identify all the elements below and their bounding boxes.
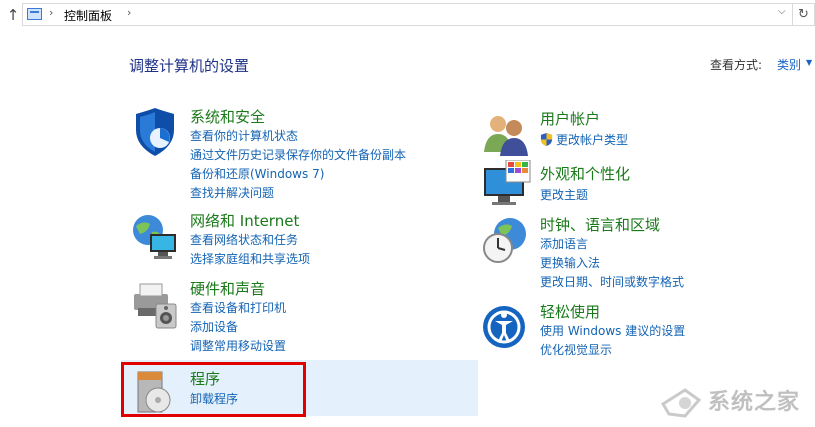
printer-speaker-icon[interactable] xyxy=(130,280,180,330)
programs-box-icon[interactable] xyxy=(130,366,180,416)
link-change-theme[interactable]: 更改主题 xyxy=(540,186,588,203)
appearance-monitor-icon[interactable] xyxy=(482,160,532,210)
link-mobility-settings[interactable]: 调整常用移动设置 xyxy=(190,337,286,354)
link-add-language[interactable]: 添加语言 xyxy=(540,235,588,252)
breadcrumb-chevron-icon[interactable]: › xyxy=(127,6,131,19)
shield-icon[interactable] xyxy=(130,108,180,158)
link-windows-recommended-settings[interactable]: 使用 Windows 建议的设置 xyxy=(540,322,685,339)
link-backup-restore[interactable]: 备份和还原(Windows 7) xyxy=(190,165,324,182)
link-optimize-visual-display[interactable]: 优化视觉显示 xyxy=(540,341,612,358)
breadcrumb-chevron-icon[interactable]: › xyxy=(49,6,53,19)
link-troubleshoot[interactable]: 查找并解决问题 xyxy=(190,184,274,201)
link-change-date-time-format[interactable]: 更改日期、时间或数字格式 xyxy=(540,273,684,290)
link-change-account-type[interactable]: 更改帐户类型 xyxy=(540,131,628,148)
link-change-account-type-label: 更改帐户类型 xyxy=(556,133,629,147)
link-uninstall-program[interactable]: 卸载程序 xyxy=(190,390,238,407)
category-title-ease-of-access[interactable]: 轻松使用 xyxy=(540,301,600,322)
category-title-network-internet[interactable]: 网络和 Internet xyxy=(190,210,299,231)
link-change-input-method[interactable]: 更换输入法 xyxy=(540,254,600,271)
link-network-status[interactable]: 查看网络状态和任务 xyxy=(190,231,298,248)
chevron-down-icon[interactable]: ⌵ xyxy=(778,6,786,17)
control-panel-icon xyxy=(27,8,42,20)
clock-globe-icon[interactable] xyxy=(482,216,532,266)
breadcrumb-control-panel[interactable]: 控制面板 xyxy=(64,7,112,24)
view-by-label: 查看方式: xyxy=(710,58,763,72)
category-title-user-accounts[interactable]: 用户帐户 xyxy=(540,108,600,129)
category-title-hardware-sound[interactable]: 硬件和声音 xyxy=(190,278,265,299)
category-title-system-security[interactable]: 系统和安全 xyxy=(190,106,265,127)
link-homegroup-sharing[interactable]: 选择家庭组和共享选项 xyxy=(190,250,310,267)
users-icon[interactable] xyxy=(482,110,532,160)
network-globe-icon[interactable] xyxy=(130,212,180,262)
watermark-text: 系统之家 xyxy=(708,390,801,415)
ease-of-access-icon[interactable] xyxy=(482,303,532,353)
refresh-icon[interactable]: ↻ xyxy=(793,3,815,26)
dropdown-caret-icon[interactable]: ▼ xyxy=(806,58,812,67)
category-title-clock-language[interactable]: 时钟、语言和区域 xyxy=(540,214,660,235)
link-devices-printers[interactable]: 查看设备和打印机 xyxy=(190,299,286,316)
link-file-history-backup[interactable]: 通过文件历史记录保存你的文件备份副本 xyxy=(190,146,406,163)
uac-shield-icon xyxy=(540,133,553,146)
view-by-dropdown[interactable]: 类别 xyxy=(777,56,801,73)
address-bar-row: ↑ › 控制面板 › ⌵ ↻ xyxy=(0,0,815,32)
up-arrow-icon[interactable]: ↑ xyxy=(4,5,22,25)
category-title-appearance[interactable]: 外观和个性化 xyxy=(540,163,630,184)
link-view-computer-status[interactable]: 查看你的计算机状态 xyxy=(190,127,298,144)
category-title-programs[interactable]: 程序 xyxy=(190,368,220,389)
address-bar[interactable]: › 控制面板 › ⌵ xyxy=(22,3,793,26)
page-title: 调整计算机的设置 xyxy=(129,57,250,75)
link-add-device[interactable]: 添加设备 xyxy=(190,318,238,335)
